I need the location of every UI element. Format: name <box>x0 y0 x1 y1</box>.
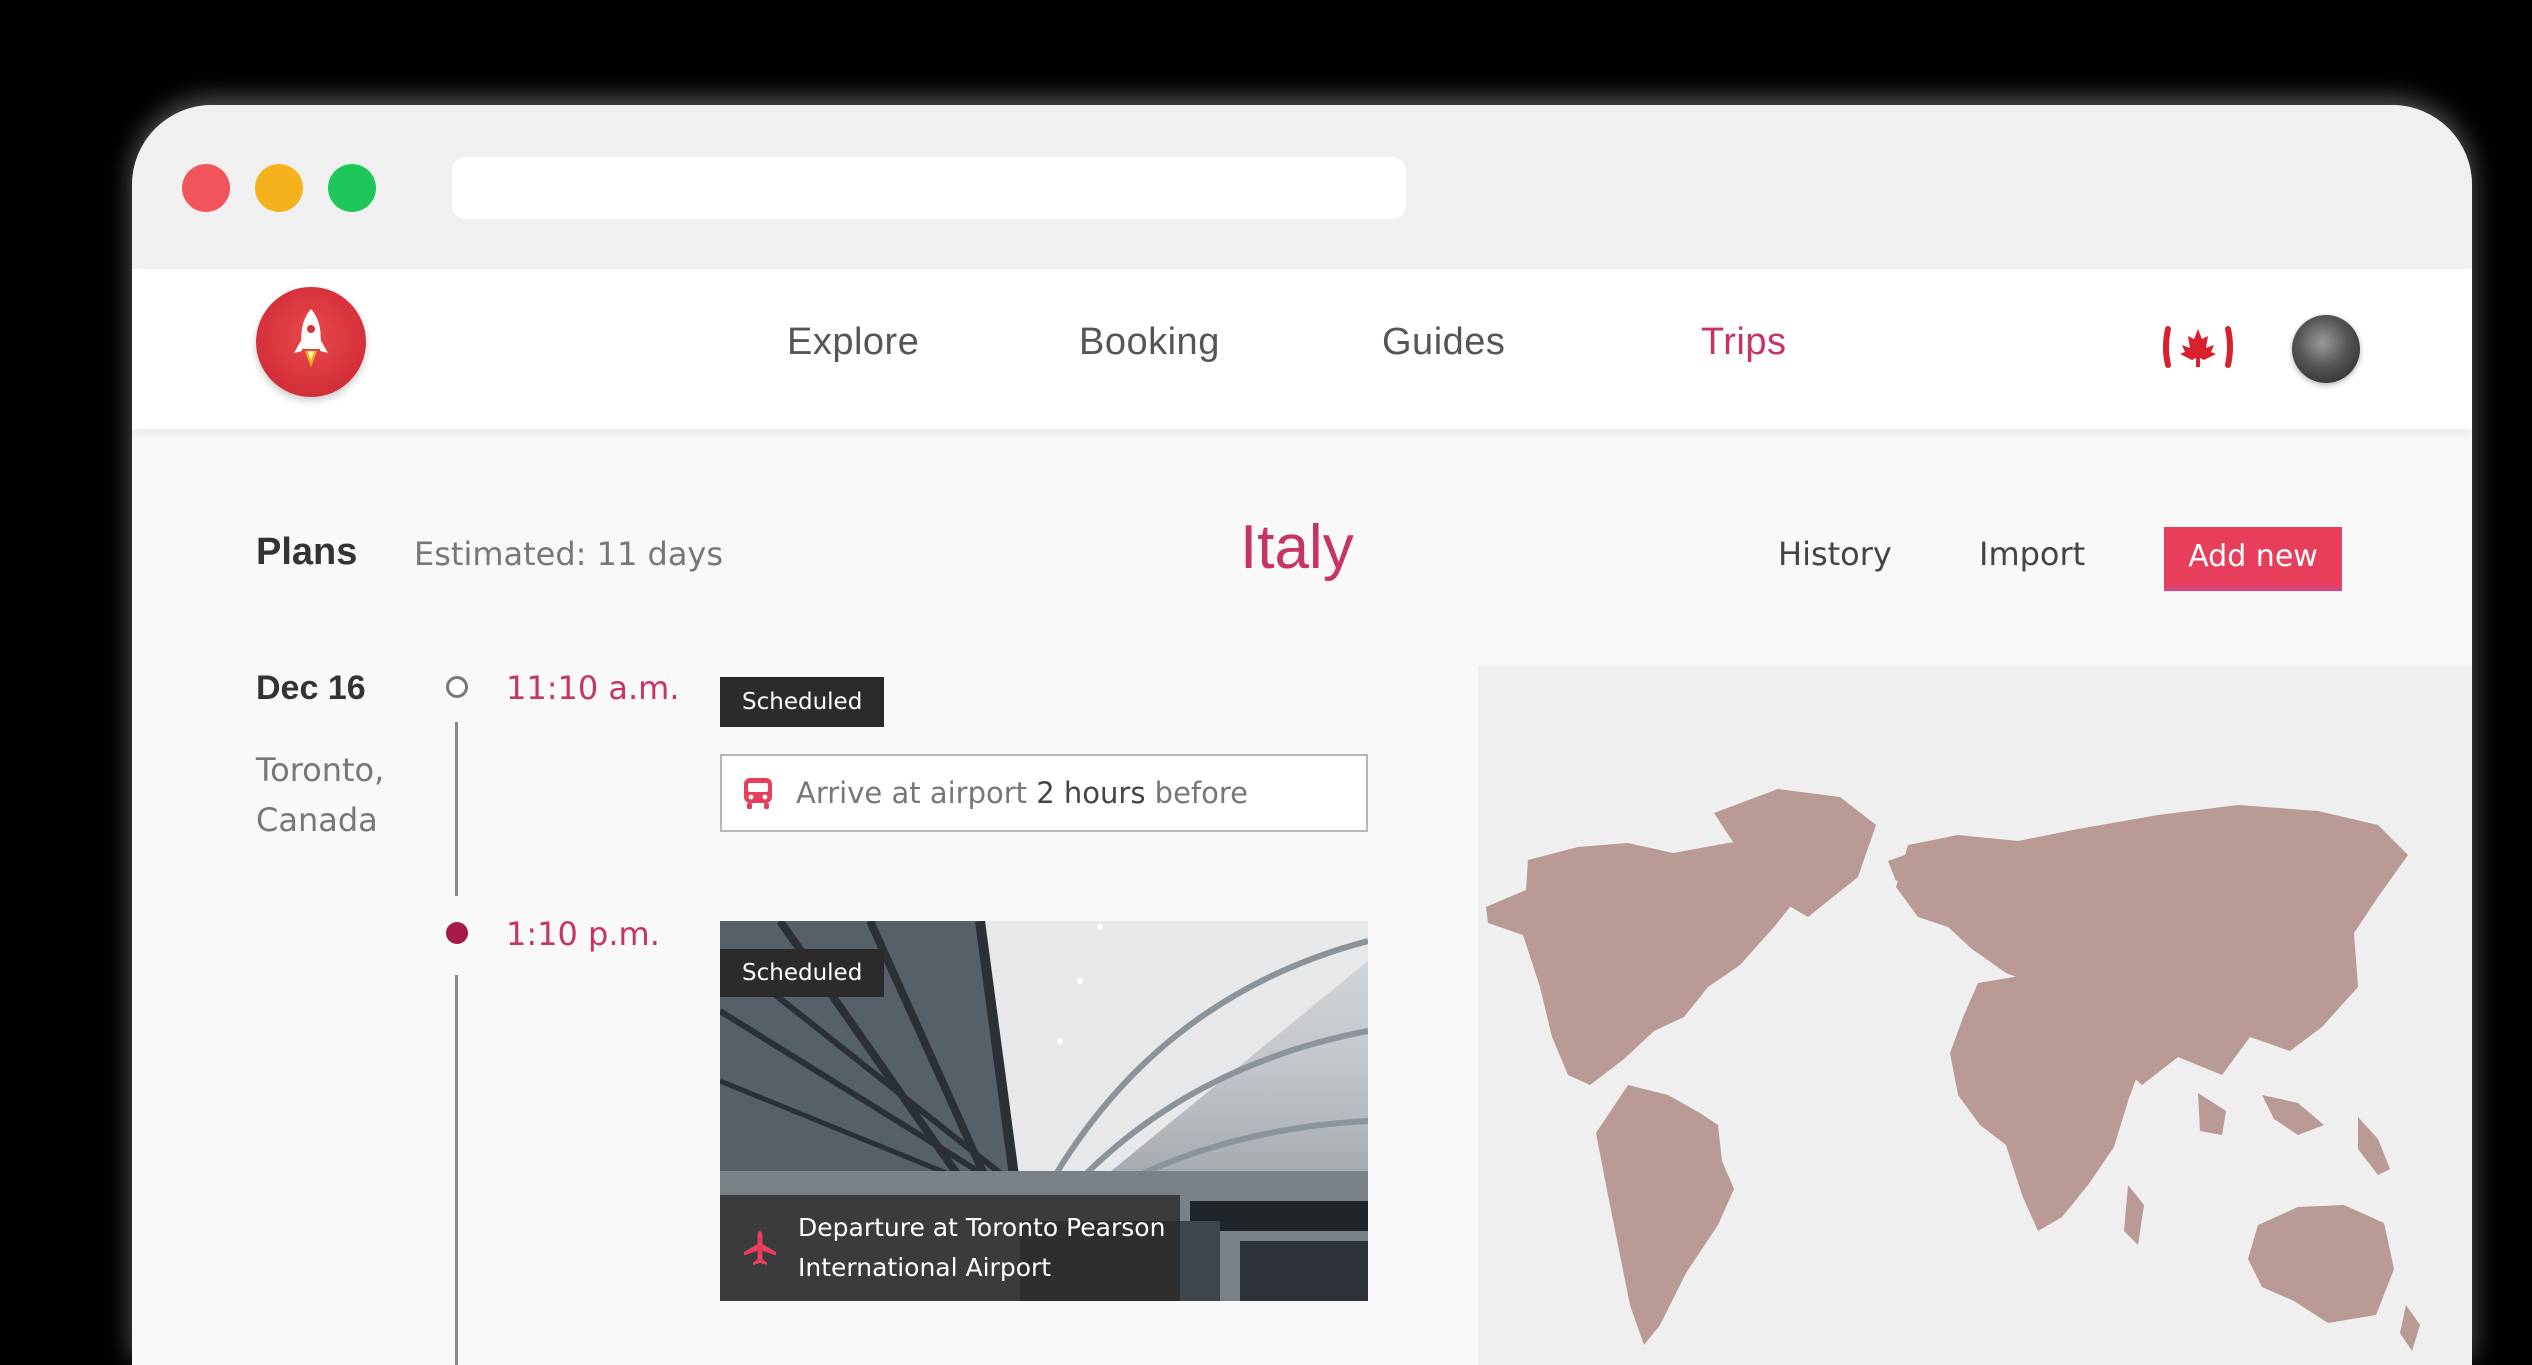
itinerary-city: Toronto, Canada <box>256 751 385 839</box>
event-time: 11:10 a.m. <box>506 669 680 707</box>
add-new-button[interactable]: Add new <box>2164 527 2342 591</box>
world-map[interactable] <box>1478 665 2472 1365</box>
rocket-logo-icon[interactable] <box>256 287 366 397</box>
plane-icon <box>744 1231 776 1265</box>
departure-caption: Departure at Toronto Pearson Internation… <box>798 1213 1166 1282</box>
timeline-node-upcoming <box>446 676 468 698</box>
departure-photo-card[interactable]: Scheduled Departure at Toronto Pearson I… <box>720 921 1368 1301</box>
top-navigation: Explore Booking Guides Trips <box>132 269 2472 429</box>
notice-text: Arrive at airport 2 hours before <box>796 776 1248 810</box>
timeline-node-active <box>446 922 468 944</box>
itinerary-date: Dec 16 <box>256 669 366 707</box>
notice-emphasis: 2 hours <box>1036 776 1146 810</box>
canada-flag-icon[interactable] <box>2162 321 2234 373</box>
airport-arrival-notice[interactable]: Arrive at airport 2 hours before <box>720 754 1368 832</box>
close-window-button[interactable] <box>182 164 230 212</box>
user-avatar[interactable] <box>2292 315 2360 383</box>
status-badge: Scheduled <box>720 949 885 997</box>
browser-title-bar <box>132 105 2472 269</box>
status-badge: Scheduled <box>720 677 885 727</box>
world-map-graphic <box>1486 789 2420 1351</box>
nav-guides[interactable]: Guides <box>1382 321 1505 364</box>
estimated-duration: Estimated: 11 days <box>414 535 724 573</box>
timeline-connector <box>455 975 458 1365</box>
browser-window: Explore Booking Guides Trips Plans Estim… <box>132 105 2472 1365</box>
address-bar[interactable] <box>452 157 1406 219</box>
import-link[interactable]: Import <box>1979 535 2085 573</box>
nav-explore[interactable]: Explore <box>787 321 919 364</box>
nav-booking[interactable]: Booking <box>1079 321 1220 364</box>
photo-caption: Departure at Toronto Pearson Internation… <box>720 1195 1180 1301</box>
nav-trips[interactable]: Trips <box>1701 321 1787 364</box>
maximize-window-button[interactable] <box>328 164 376 212</box>
event-time: 1:10 p.m. <box>506 915 660 953</box>
trip-country-title: Italy <box>1240 513 1354 582</box>
minimize-window-button[interactable] <box>255 164 303 212</box>
timeline-connector <box>455 722 458 896</box>
plans-title: Plans <box>256 531 358 573</box>
history-link[interactable]: History <box>1778 535 1892 573</box>
bus-icon <box>744 778 772 809</box>
